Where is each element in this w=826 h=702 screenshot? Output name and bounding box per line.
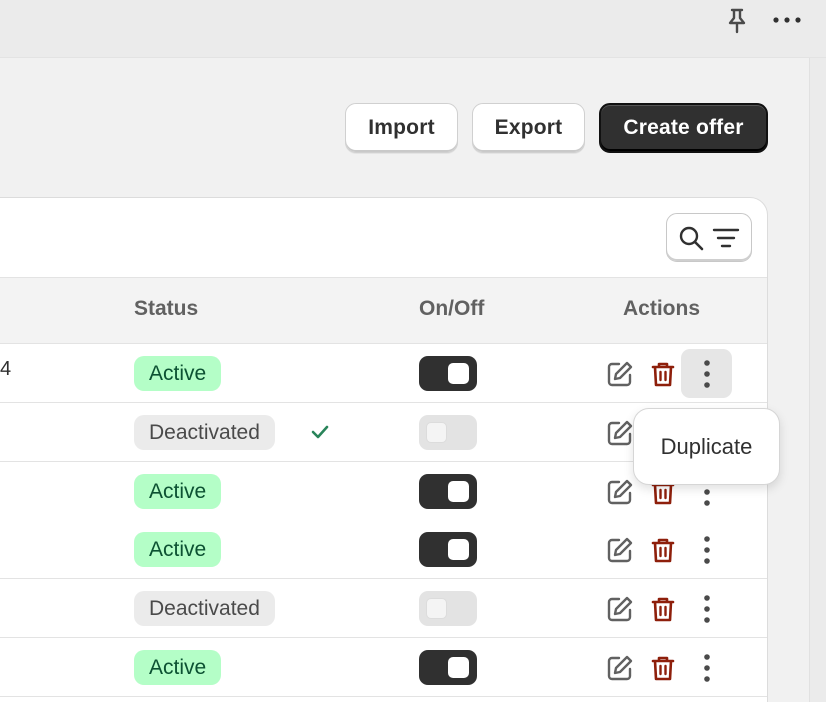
row-edge-text: 4 bbox=[0, 358, 12, 380]
more-vertical-icon[interactable] bbox=[681, 349, 732, 398]
table-row[interactable]: Deactivated bbox=[0, 579, 767, 638]
more-vertical-glyph bbox=[703, 653, 710, 682]
top-bar bbox=[0, 0, 826, 58]
search-icon bbox=[679, 226, 704, 250]
trash-icon[interactable] bbox=[649, 595, 677, 623]
trash-icon[interactable] bbox=[649, 654, 677, 682]
toggle-knob bbox=[448, 539, 469, 560]
more-vertical-glyph bbox=[703, 535, 710, 564]
status-badge: Deactivated bbox=[134, 415, 275, 450]
more-vertical-glyph bbox=[703, 359, 710, 388]
pin-icon[interactable] bbox=[724, 7, 750, 35]
status-badge: Deactivated bbox=[134, 591, 275, 626]
toggle-knob bbox=[448, 657, 469, 678]
edit-icon[interactable] bbox=[606, 419, 634, 447]
status-badge: Active bbox=[134, 474, 222, 509]
status-badge: Active bbox=[134, 356, 222, 391]
export-button[interactable]: Export bbox=[472, 103, 585, 153]
table-header: Status On/Off Actions bbox=[0, 277, 767, 344]
row-actions-popover: Duplicate bbox=[633, 408, 780, 485]
trash-icon[interactable] bbox=[649, 536, 677, 564]
edit-icon[interactable] bbox=[606, 536, 634, 564]
status-column-header[interactable]: Status bbox=[134, 297, 198, 321]
table-row[interactable]: 4 Active bbox=[0, 344, 767, 403]
status-toggle[interactable] bbox=[419, 591, 477, 626]
status-toggle[interactable] bbox=[419, 650, 477, 685]
filter-icon bbox=[712, 228, 740, 247]
status-toggle[interactable] bbox=[419, 474, 477, 509]
page-scrollbar[interactable] bbox=[809, 58, 826, 702]
more-vertical-icon[interactable] bbox=[681, 525, 732, 574]
status-badge: Active bbox=[134, 650, 222, 685]
import-button[interactable]: Import bbox=[345, 103, 458, 153]
table-row[interactable]: Active bbox=[0, 638, 767, 697]
create-offer-button[interactable]: Create offer bbox=[599, 103, 768, 153]
edit-icon[interactable] bbox=[606, 654, 634, 682]
edit-icon[interactable] bbox=[606, 360, 634, 388]
duplicate-menu-item[interactable]: Duplicate bbox=[661, 434, 753, 460]
edit-icon[interactable] bbox=[606, 595, 634, 623]
more-horizontal-icon[interactable] bbox=[772, 13, 802, 27]
more-vertical-icon[interactable] bbox=[681, 584, 732, 633]
toggle-knob bbox=[448, 481, 469, 502]
checkmark-icon bbox=[311, 425, 329, 439]
more-vertical-glyph bbox=[703, 594, 710, 623]
toggle-knob bbox=[426, 598, 447, 619]
actions-column-header: Actions bbox=[623, 297, 701, 320]
toggle-knob bbox=[448, 363, 469, 384]
more-vertical-icon[interactable] bbox=[681, 643, 732, 692]
status-toggle[interactable] bbox=[419, 415, 477, 450]
status-toggle[interactable] bbox=[419, 532, 477, 567]
onoff-column-header[interactable]: On/Off bbox=[419, 297, 484, 321]
status-badge: Active bbox=[134, 532, 222, 567]
table-row[interactable]: Active bbox=[0, 520, 767, 579]
trash-icon[interactable] bbox=[649, 360, 677, 388]
search-filter-button[interactable] bbox=[666, 213, 752, 262]
edit-icon[interactable] bbox=[606, 478, 634, 506]
toggle-knob bbox=[426, 422, 447, 443]
status-toggle[interactable] bbox=[419, 356, 477, 391]
